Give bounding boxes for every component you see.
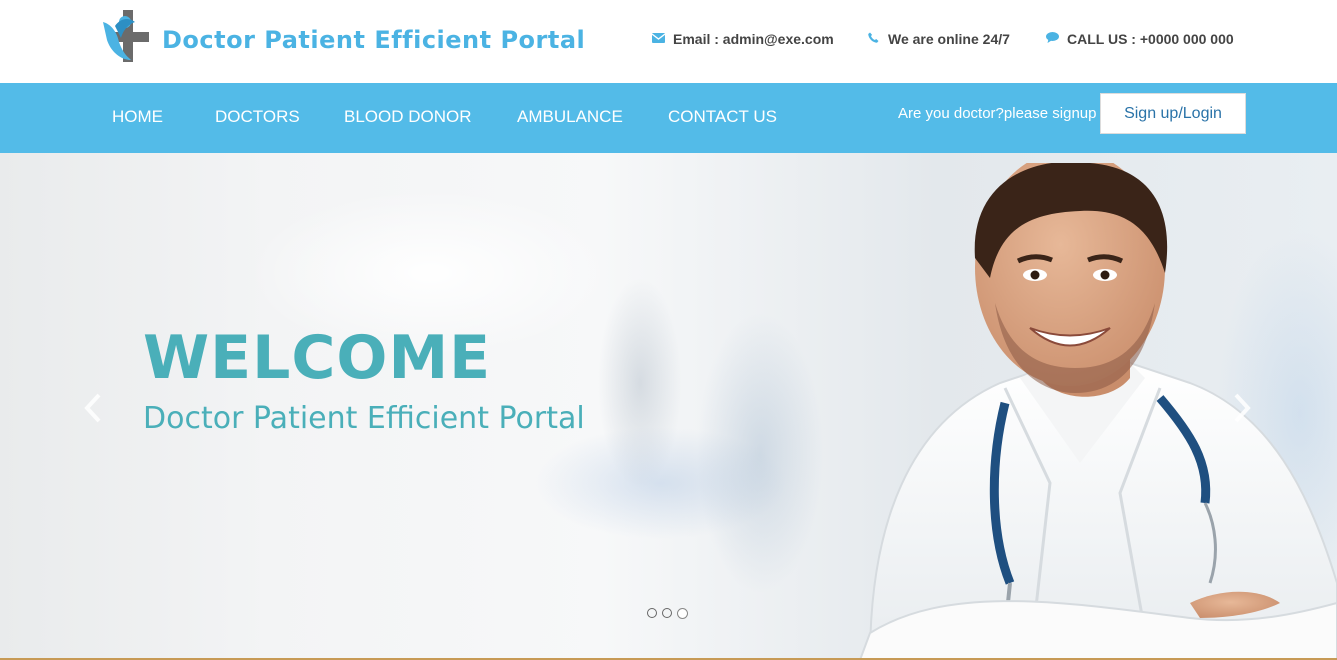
chat-bubble-icon bbox=[1045, 32, 1059, 46]
carousel-dot-2[interactable] bbox=[662, 608, 672, 618]
main-navbar: HOME DOCTORS BLOOD DONOR AMBULANCE CONTA… bbox=[0, 83, 1337, 153]
site-brand-title[interactable]: Doctor Patient Efficient Portal bbox=[162, 26, 585, 54]
hero-carousel: WELCOME Doctor Patient Efficient Portal bbox=[0, 153, 1337, 660]
chevron-left-icon[interactable] bbox=[83, 393, 103, 423]
envelope-icon bbox=[651, 32, 665, 46]
doctor-photo bbox=[858, 163, 1337, 660]
nav-blood-donor[interactable]: BLOOD DONOR bbox=[344, 107, 472, 127]
signup-login-button[interactable]: Sign up/Login bbox=[1100, 93, 1246, 134]
logo-icon[interactable] bbox=[101, 10, 151, 64]
nav-doctors[interactable]: DOCTORS bbox=[215, 107, 300, 127]
hero-subtitle: Doctor Patient Efficient Portal bbox=[143, 401, 585, 436]
carousel-dot-1[interactable] bbox=[647, 608, 657, 618]
signup-prompt: Are you doctor?please signup bbox=[898, 105, 1097, 122]
site-header: Doctor Patient Efficient Portal Email : … bbox=[0, 0, 1337, 83]
nav-home[interactable]: HOME bbox=[112, 107, 163, 127]
carousel-indicators bbox=[647, 608, 688, 619]
nav-contact-us[interactable]: CONTACT US bbox=[668, 107, 777, 127]
contact-email: Email : admin@exe.com bbox=[651, 31, 834, 47]
phone-icon bbox=[866, 32, 880, 46]
contact-call: CALL US : +0000 000 000 bbox=[1045, 31, 1234, 47]
carousel-dot-3[interactable] bbox=[677, 608, 688, 619]
hero-title: WELCOME bbox=[143, 323, 492, 393]
nav-ambulance[interactable]: AMBULANCE bbox=[517, 107, 623, 127]
contact-call-text: CALL US : +0000 000 000 bbox=[1067, 31, 1234, 47]
contact-online-text: We are online 24/7 bbox=[888, 31, 1010, 47]
chevron-right-icon[interactable] bbox=[1232, 393, 1252, 423]
contact-email-text: Email : admin@exe.com bbox=[673, 31, 834, 47]
contact-online: We are online 24/7 bbox=[866, 31, 1010, 47]
